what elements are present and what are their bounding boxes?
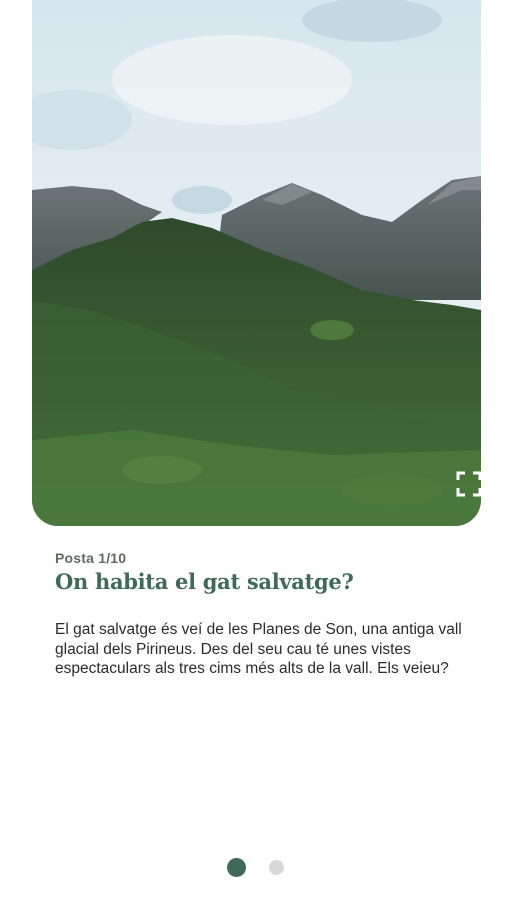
- post-body: El gat salvatge és veí de les Planes de …: [55, 621, 462, 677]
- fullscreen-expand-icon: [456, 471, 481, 497]
- fullscreen-button[interactable]: [456, 471, 481, 497]
- pagination-dots: [0, 858, 507, 878]
- pagination-dot[interactable]: [269, 860, 284, 875]
- post-title: On habita el gat salvatge?: [55, 569, 354, 594]
- pagination-dot-active[interactable]: [227, 858, 246, 877]
- screen: Posta 1/10 On habita el gat salvatge? El…: [0, 0, 507, 900]
- post-counter: Posta 1/10: [55, 550, 127, 566]
- landscape-photo: [32, 0, 481, 526]
